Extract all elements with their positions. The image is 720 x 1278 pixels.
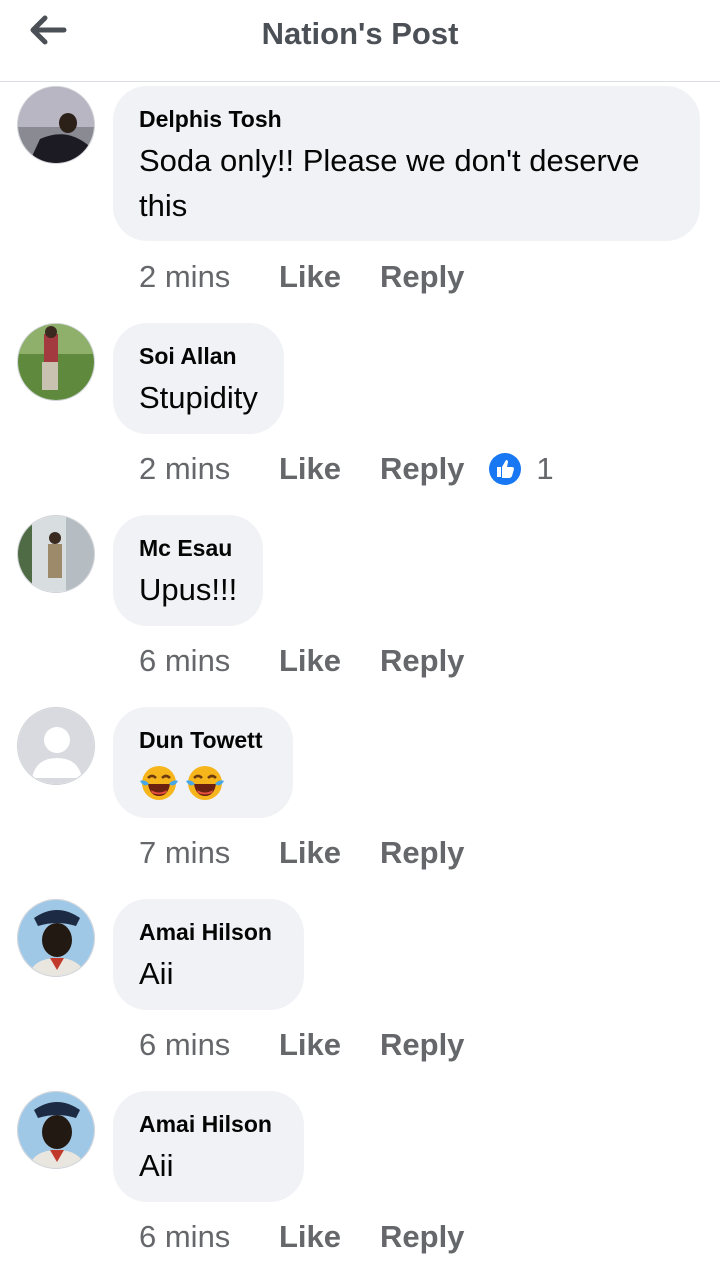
comment-text: Stupidity [139,380,258,415]
comment-author[interactable]: Amai Hilson [139,917,278,947]
comment-bubble: Delphis Tosh Soda only!! Please we don't… [113,86,700,241]
avatar[interactable] [17,1091,95,1169]
comment-text: Upus!!! [139,572,238,607]
page-title: Nation's Post [261,16,459,51]
comment-author[interactable]: Soi Allan [139,341,258,371]
comment-text: Soda only!! Please we don't deserve this [139,143,640,223]
comment-time: 6 mins [139,643,231,678]
comment-author[interactable]: Mc Esau [139,533,237,563]
like-button[interactable]: Like [279,259,380,295]
reaction-summary[interactable]: 1 [488,451,554,487]
comment-author[interactable]: Dun Towett [139,725,267,755]
comment-time: 6 mins [139,1219,231,1254]
avatar[interactable] [17,515,95,593]
comment-author[interactable]: Delphis Tosh [139,104,674,134]
avatar[interactable] [17,86,95,164]
default-avatar-icon [18,708,94,784]
comment-time: 2 mins [139,451,231,486]
comment-bubble: Dun Towett [113,707,293,818]
laughing-crying-emoji-icon [140,766,178,800]
comment-bubble: Amai Hilson Aii [113,899,304,1010]
comment-text: Aii [139,956,174,991]
avatar[interactable] [17,899,95,977]
thumbs-up-icon [489,453,522,485]
avatar[interactable] [17,707,95,785]
reply-button[interactable]: Reply [380,259,464,295]
avatar[interactable] [17,323,95,401]
comment-bubble: Amai Hilson Aii [113,1091,304,1202]
laughing-crying-emoji-icon [186,766,224,800]
comment-bubble: Soi Allan Stupidity [113,323,284,434]
comment-actions: 6 mins Like Reply [139,1217,488,1257]
comment-bubble: Mc Esau Upus!!! [113,515,264,626]
comment-actions: 2 mins Like Reply 1 [139,449,554,489]
reply-button[interactable]: Reply [380,1027,464,1063]
comment-time: 2 mins [139,259,231,294]
comment-author[interactable]: Amai Hilson [139,1109,278,1139]
reply-button[interactable]: Reply [380,835,464,871]
reply-button[interactable]: Reply [380,643,464,679]
reply-button[interactable]: Reply [380,451,464,487]
comment-actions: 2 mins Like Reply [139,257,488,297]
like-button[interactable]: Like [279,1219,380,1255]
comment-text: Aii [139,1148,174,1183]
comment-time: 6 mins [139,1027,231,1062]
like-button[interactable]: Like [279,1027,380,1063]
like-button[interactable]: Like [279,451,380,487]
comment-time: 7 mins [139,835,231,870]
like-button[interactable]: Like [279,835,380,871]
reply-button[interactable]: Reply [380,1219,464,1255]
top-bar: Nation's Post [0,0,720,82]
emoji-row [139,763,267,803]
reaction-count: 1 [536,451,554,486]
comment-actions: 7 mins Like Reply [139,833,488,873]
like-button[interactable]: Like [279,643,380,679]
comment-actions: 6 mins Like Reply [139,1025,488,1065]
comment-actions: 6 mins Like Reply [139,641,488,681]
